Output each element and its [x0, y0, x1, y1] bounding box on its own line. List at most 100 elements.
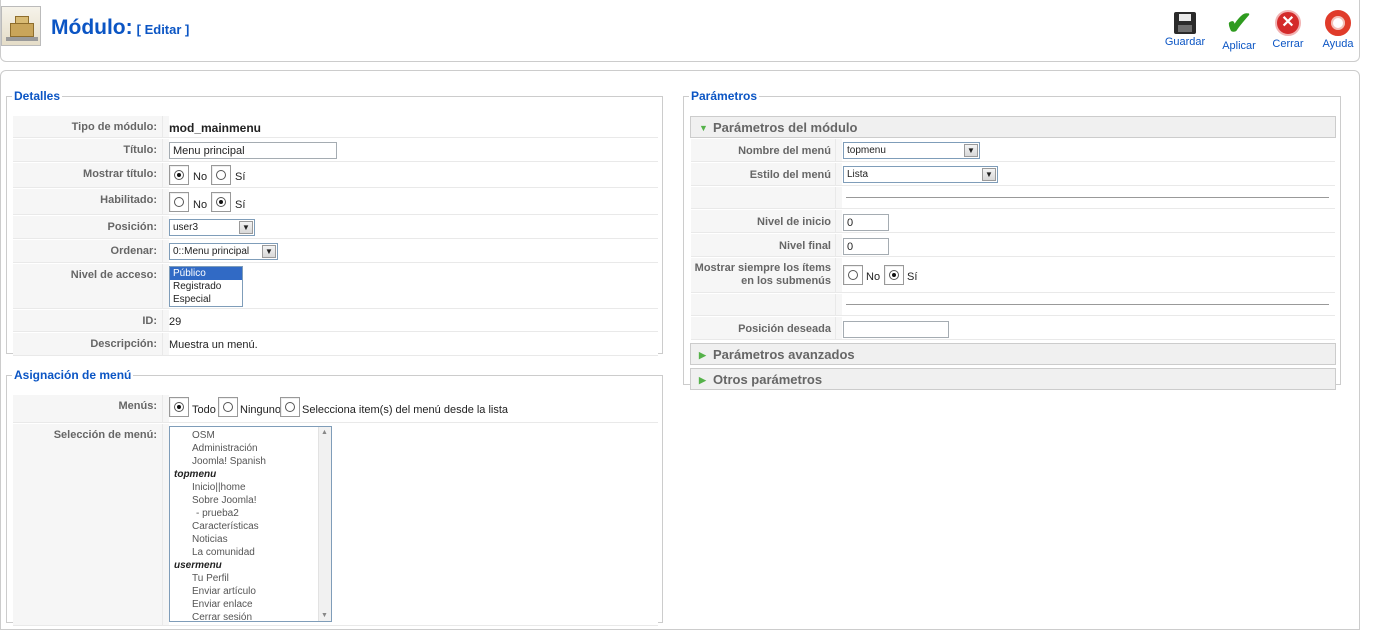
enabled-yes-radio[interactable]: [211, 192, 231, 212]
access-level-listbox[interactable]: Público Registrado Especial: [169, 266, 243, 307]
menu-style-label: Estilo del menú: [691, 163, 836, 185]
always-show-label: Mostrar siempre los ítems en los submenú…: [691, 258, 836, 292]
floppy-disk-icon: [1174, 12, 1196, 34]
scroll-down-icon[interactable]: ▼: [321, 612, 328, 619]
page-title-text: Módulo:: [51, 16, 133, 39]
access-option-special[interactable]: Especial: [170, 293, 242, 306]
target-position-input[interactable]: [843, 321, 949, 338]
menu-name-label: Nombre del menú: [691, 139, 836, 161]
menu-selection-scrollbar[interactable]: ▲ ▼: [318, 427, 331, 621]
scroll-up-icon[interactable]: ▲: [321, 429, 328, 436]
end-level-input[interactable]: [843, 238, 889, 255]
module-type-value: mod_mainmenu: [169, 121, 262, 135]
details-fieldset: Detalles Tipo de módulo: mod_mainmenu Tí…: [6, 89, 663, 356]
end-level-label: Nivel final: [691, 234, 836, 256]
close-button[interactable]: ✕ Cerrar: [1263, 8, 1313, 56]
advanced-params-title: Parámetros avanzados: [713, 347, 855, 362]
show-title-no-radio[interactable]: [169, 165, 189, 185]
show-title-yes-radio[interactable]: [211, 165, 231, 185]
menu-item[interactable]: Enviar artículo: [170, 585, 331, 598]
save-button-label: Guardar: [1164, 36, 1206, 48]
toolbar: Módulo:[ Editar ] Guardar ✔ Aplicar ✕ Ce…: [0, 0, 1360, 62]
access-option-public[interactable]: Público: [170, 267, 242, 280]
menu-name-select[interactable]: topmenu ▼: [843, 142, 980, 159]
row-target-position: Posición deseada: [691, 317, 1335, 340]
separator-line: [846, 304, 1329, 305]
row-end-level: Nivel final: [691, 234, 1335, 257]
row-menu-selection: Selección de menú: OSM Administración Jo…: [13, 424, 658, 626]
always-show-yes-radio[interactable]: [884, 265, 904, 285]
menu-style-select[interactable]: Lista ▼: [843, 166, 998, 183]
other-params-header[interactable]: ▶ Otros parámetros: [690, 368, 1336, 390]
description-label: Descripción:: [13, 333, 163, 355]
parameters-fieldset: Parámetros ▼ Parámetros del módulo Nombr…: [683, 89, 1341, 390]
row-position: Posición: user3 ▼: [13, 216, 658, 239]
page-title: Módulo:[ Editar ]: [51, 16, 189, 40]
row-always-show: Mostrar siempre los ítems en los submenú…: [691, 258, 1335, 293]
position-select[interactable]: user3 ▼: [169, 219, 255, 236]
menu-item[interactable]: Administración: [170, 442, 331, 455]
chevron-down-icon: ▼: [982, 168, 996, 181]
help-button-label: Ayuda: [1322, 38, 1354, 50]
row-menu-name: Nombre del menú topmenu ▼: [691, 139, 1335, 162]
menu-item[interactable]: - prueba2: [170, 507, 331, 520]
separator-line: [846, 197, 1329, 198]
module-params-header[interactable]: ▼ Parámetros del módulo: [690, 116, 1336, 138]
details-legend: Detalles: [14, 89, 61, 103]
menu-item[interactable]: Enviar enlace: [170, 598, 331, 611]
always-show-no-label: No: [866, 271, 881, 283]
menus-all-label: Todo: [192, 404, 216, 416]
target-position-label: Posición deseada: [691, 317, 836, 339]
parameters-legend: Parámetros: [691, 89, 758, 103]
access-option-registered[interactable]: Registrado: [170, 280, 242, 293]
order-select-value: 0::Menu principal: [173, 246, 250, 257]
row-separator-1: [691, 187, 1335, 209]
module-manager-icon: [1, 6, 41, 46]
menus-label: Menús:: [13, 395, 163, 422]
row-show-title: Mostrar título: No Sí: [13, 163, 658, 188]
menu-item[interactable]: Inicio||home: [170, 481, 331, 494]
menu-item[interactable]: Cerrar sesión: [170, 611, 331, 621]
row-order: Ordenar: 0::Menu principal ▼: [13, 240, 658, 263]
menu-item[interactable]: Noticias: [170, 533, 331, 546]
menus-none-label: Ninguno: [240, 404, 281, 416]
close-icon: ✕: [1275, 10, 1301, 36]
menu-item[interactable]: La comunidad: [170, 546, 331, 559]
lifebuoy-icon: [1325, 10, 1351, 36]
row-start-level: Nivel de inicio: [691, 210, 1335, 233]
always-show-no-radio[interactable]: [843, 265, 863, 285]
checkmark-icon: ✔: [1225, 5, 1253, 41]
menus-none-radio[interactable]: [218, 397, 238, 417]
enabled-no-radio[interactable]: [169, 192, 189, 212]
title-input[interactable]: [169, 142, 337, 159]
advanced-params-header[interactable]: ▶ Parámetros avanzados: [690, 343, 1336, 365]
menu-selection-listbox[interactable]: OSM Administración Joomla! Spanish topme…: [169, 426, 332, 622]
id-value: 29: [169, 316, 182, 328]
position-label: Posición:: [13, 216, 163, 238]
help-button[interactable]: Ayuda: [1313, 8, 1363, 56]
row-enabled: Habilitado: No Sí: [13, 189, 658, 215]
apply-button[interactable]: ✔ Aplicar: [1214, 5, 1264, 56]
menu-item[interactable]: Sobre Joomla!: [170, 494, 331, 507]
close-button-label: Cerrar: [1272, 38, 1304, 50]
menu-item[interactable]: Joomla! Spanish: [170, 455, 331, 468]
row-separator-2: [691, 294, 1335, 316]
menu-item[interactable]: OSM: [170, 429, 331, 442]
menu-item[interactable]: Características: [170, 520, 331, 533]
save-button[interactable]: Guardar: [1160, 8, 1210, 56]
menu-group-topmenu: topmenu: [174, 469, 217, 480]
menus-select-label: Selecciona item(s) del menú desde la lis…: [302, 404, 509, 416]
menus-all-radio[interactable]: [169, 397, 189, 417]
page-subtitle: [ Editar ]: [136, 22, 190, 37]
chevron-down-icon: ▼: [964, 144, 978, 157]
order-select[interactable]: 0::Menu principal ▼: [169, 243, 278, 260]
main-content: Detalles Tipo de módulo: mod_mainmenu Tí…: [0, 70, 1360, 630]
triangle-right-icon: ▶: [699, 375, 706, 385]
start-level-input[interactable]: [843, 214, 889, 231]
module-params-title: Parámetros del módulo: [713, 120, 858, 135]
menu-item[interactable]: Tu Perfil: [170, 572, 331, 585]
row-menu-style: Estilo del menú Lista ▼: [691, 163, 1335, 186]
row-module-type: Tipo de módulo: mod_mainmenu: [13, 116, 658, 138]
description-value: Muestra un menú.: [169, 339, 258, 351]
menus-select-radio[interactable]: [280, 397, 300, 417]
